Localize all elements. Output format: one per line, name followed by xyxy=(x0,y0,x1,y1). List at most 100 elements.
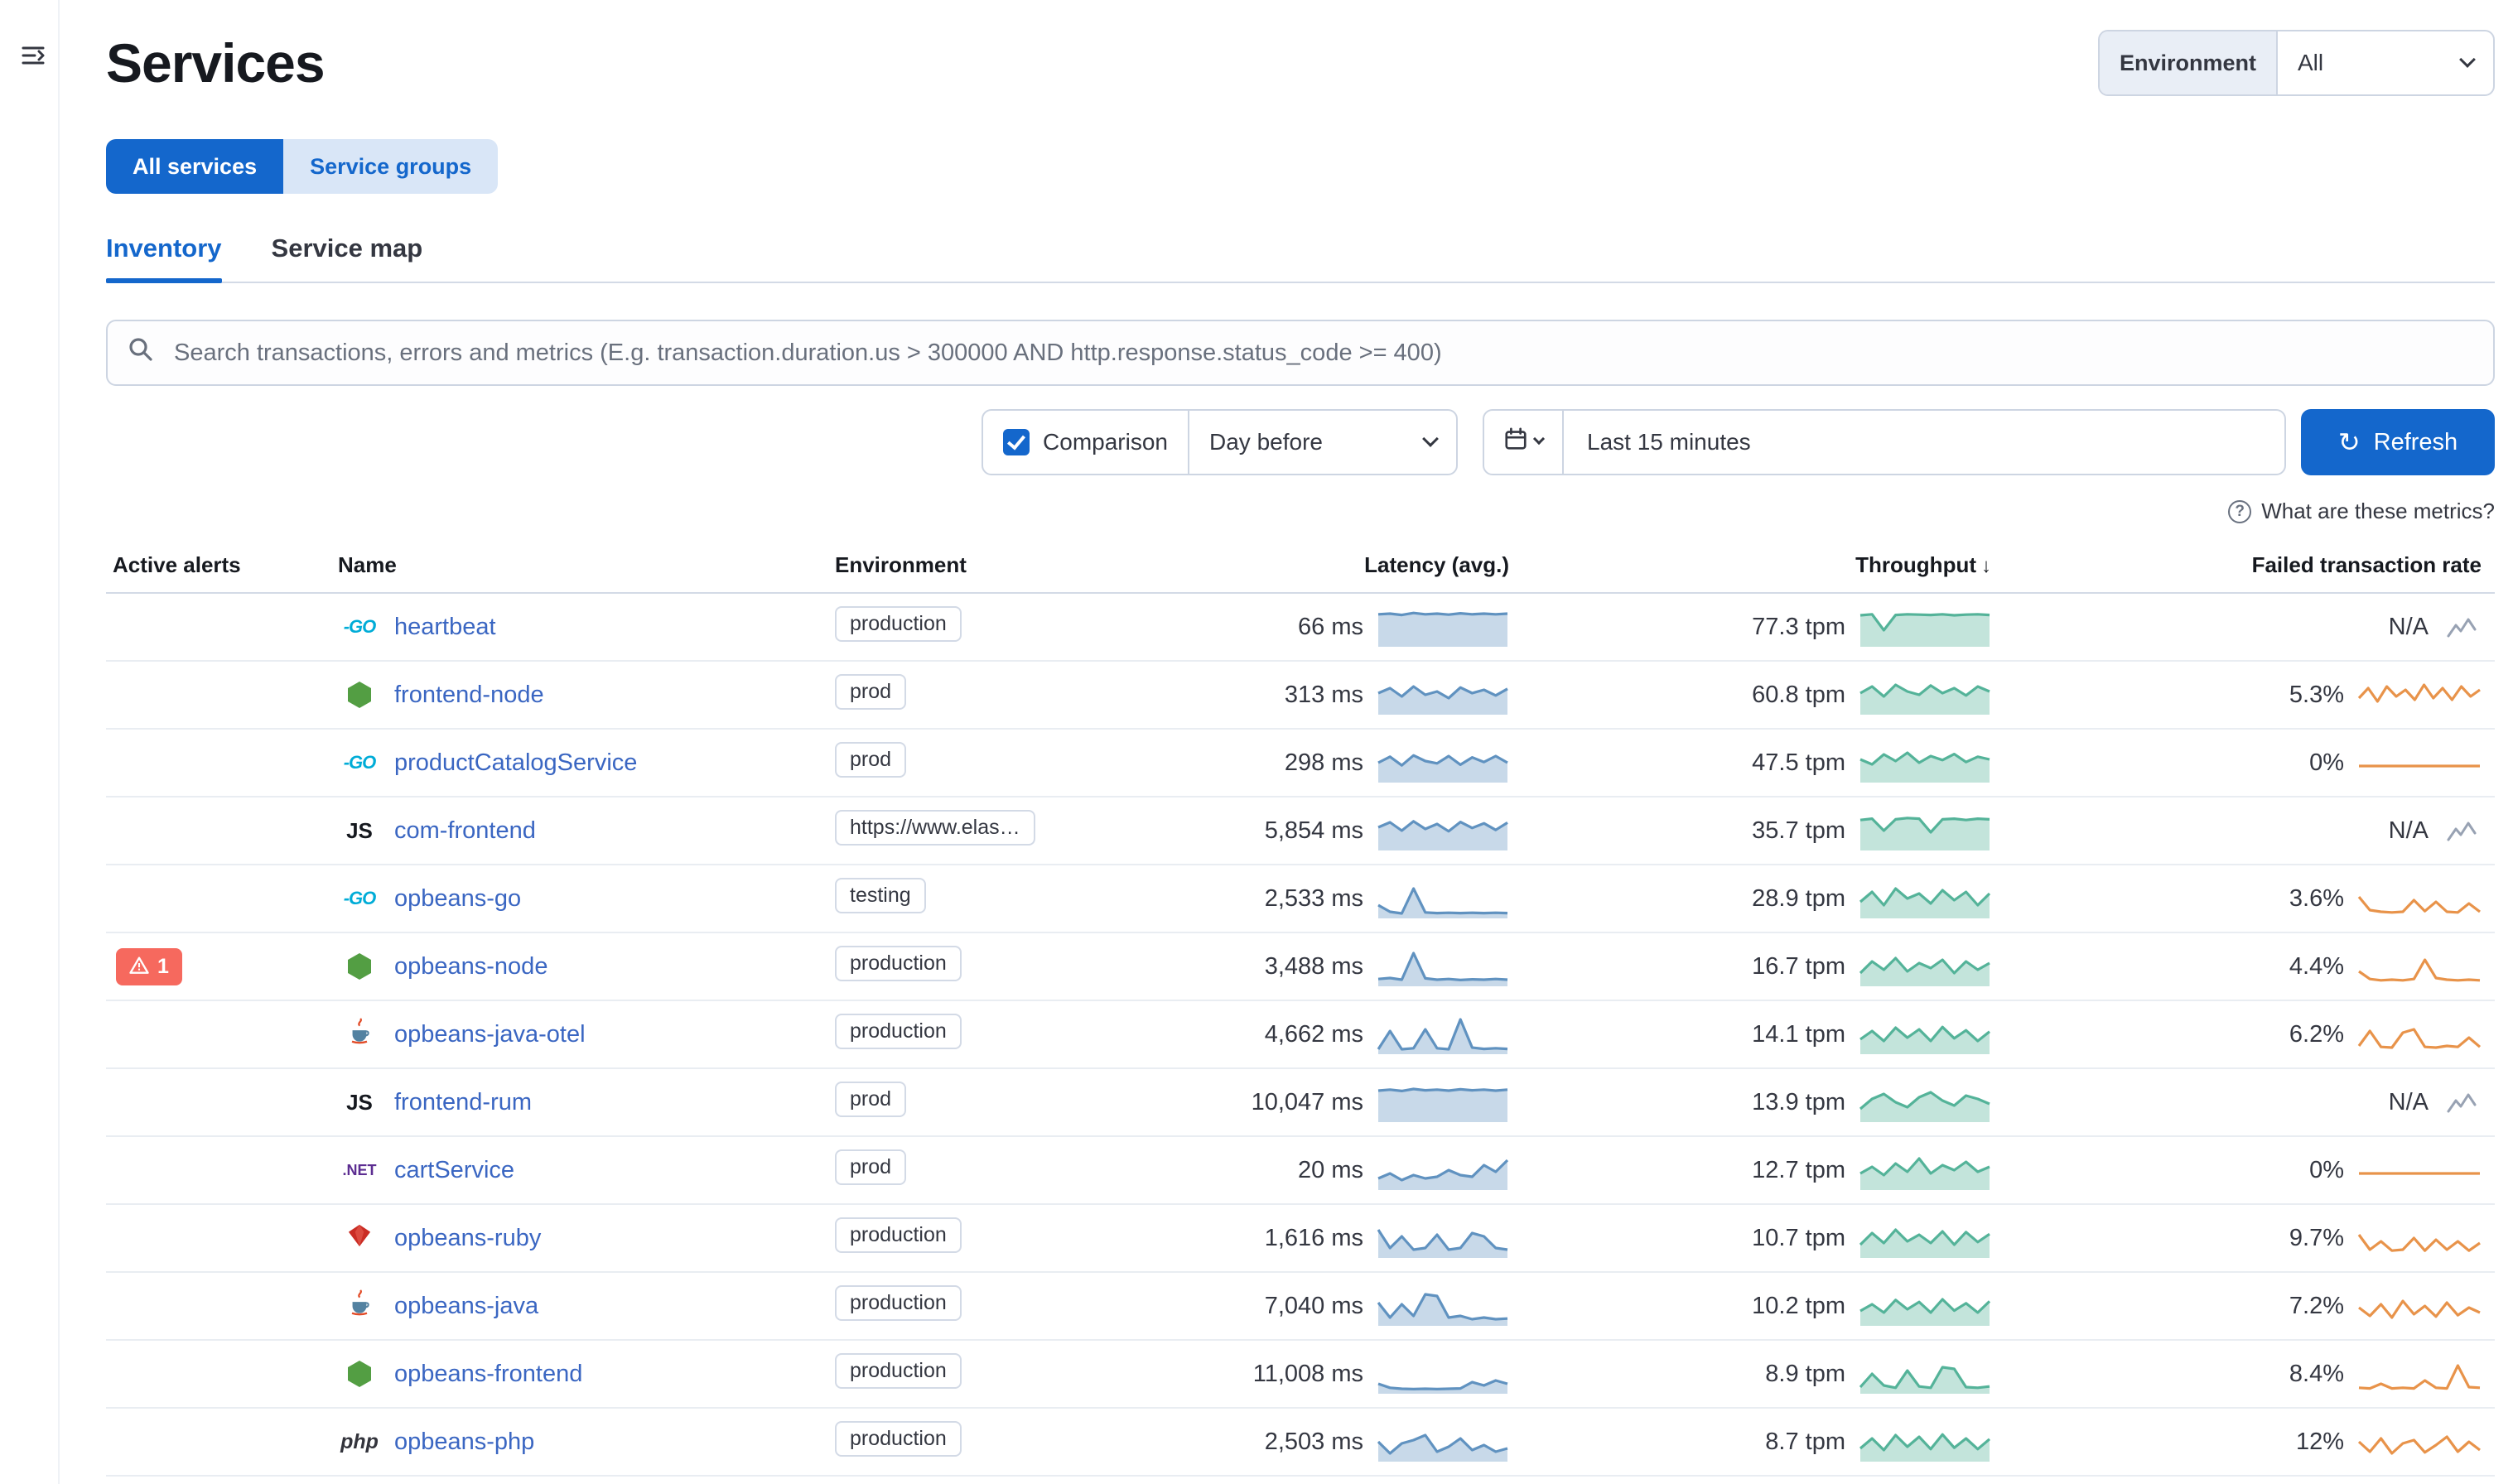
environment-cell: production xyxy=(828,1421,1239,1463)
agent-icon-wrapper: .NET xyxy=(338,1162,381,1179)
latency-cell: 313 ms xyxy=(1239,673,1516,716)
throughput-sparkline xyxy=(1859,1013,1991,1056)
latency-cell: 298 ms xyxy=(1239,741,1516,784)
what-are-these-metrics-link[interactable]: ? What are these metrics? xyxy=(106,499,2495,524)
throughput-value: 16.7 tpm xyxy=(1752,953,1845,980)
tab-service-map[interactable]: Service map xyxy=(272,234,423,282)
throughput-value: 28.9 tpm xyxy=(1752,885,1845,913)
nodejs-agent-icon xyxy=(348,1361,371,1387)
service-link[interactable]: frontend-rum xyxy=(394,1089,532,1116)
table-row: JS com-frontend https://www.elas… 5,854 … xyxy=(106,797,2495,865)
name-cell: JS frontend-rum xyxy=(331,1089,828,1116)
latency-cell: 5,854 ms xyxy=(1239,809,1516,852)
tab-inventory[interactable]: Inventory xyxy=(106,234,222,282)
failed-rate-value: N/A xyxy=(2389,1089,2429,1116)
latency-sparkline xyxy=(1377,809,1509,852)
throughput-sparkline xyxy=(1859,1217,1991,1260)
environment-cell: prod xyxy=(828,1149,1239,1192)
latency-value: 11,008 ms xyxy=(1253,1361,1363,1388)
service-link[interactable]: opbeans-node xyxy=(394,953,547,980)
throughput-cell: 28.9 tpm xyxy=(1516,877,1998,920)
dotnet-agent-icon: .NET xyxy=(342,1162,376,1179)
service-link[interactable]: productCatalogService xyxy=(394,749,637,777)
latency-sparkline xyxy=(1377,1013,1509,1056)
failed-rate-cell: 0% xyxy=(1998,1149,2495,1192)
time-range-field[interactable]: Last 15 minutes xyxy=(1564,411,2284,474)
column-header-failed-rate[interactable]: Failed transaction rate xyxy=(1998,552,2495,578)
search-input[interactable] xyxy=(171,338,2473,369)
service-link[interactable]: opbeans-java xyxy=(394,1293,538,1320)
table-row: .NET cartService prod 20 ms 12.7 tpm 0% xyxy=(106,1137,2495,1205)
throughput-value: 35.7 tpm xyxy=(1752,817,1845,845)
name-cell: -GO productCatalogService xyxy=(331,749,828,777)
nodejs-agent-icon xyxy=(348,953,371,980)
table-row: opbeans-java production 7,040 ms 10.2 tp… xyxy=(106,1273,2495,1341)
service-link[interactable]: opbeans-php xyxy=(394,1429,534,1456)
failed-rate-value: 7.2% xyxy=(2289,1293,2344,1320)
throughput-cell: 12.7 tpm xyxy=(1516,1149,1998,1192)
throughput-value: 60.8 tpm xyxy=(1752,682,1845,709)
service-link[interactable]: frontend-node xyxy=(394,682,544,709)
table-row: -GO opbeans-go testing 2,533 ms 28.9 tpm… xyxy=(106,865,2495,933)
failed-rate-sparkline xyxy=(2357,945,2482,988)
service-link[interactable]: cartService xyxy=(394,1157,514,1184)
column-header-active-alerts: Active alerts xyxy=(106,552,331,578)
column-header-throughput[interactable]: Throughput↓ xyxy=(1516,552,1998,578)
throughput-sparkline xyxy=(1859,673,1991,716)
failed-rate-cell: 5.3% xyxy=(1998,673,2495,716)
column-header-latency[interactable]: Latency (avg.) xyxy=(1239,552,1516,578)
name-cell: opbeans-java xyxy=(331,1289,828,1323)
service-link[interactable]: com-frontend xyxy=(394,817,536,845)
environment-badge: prod xyxy=(835,1082,906,1117)
name-cell: opbeans-ruby xyxy=(331,1223,828,1254)
time-picker-calendar-button[interactable] xyxy=(1484,411,1564,474)
name-cell: php opbeans-php xyxy=(331,1429,828,1456)
failed-rate-value: 5.3% xyxy=(2289,682,2344,709)
latency-value: 1,616 ms xyxy=(1265,1225,1363,1252)
active-alerts-badge[interactable]: 1 xyxy=(116,948,182,985)
service-link[interactable]: opbeans-java-otel xyxy=(394,1021,586,1048)
environment-select[interactable]: All xyxy=(2278,31,2493,94)
latency-sparkline xyxy=(1377,877,1509,920)
column-header-name[interactable]: Name xyxy=(331,552,828,578)
throughput-cell: 10.2 tpm xyxy=(1516,1284,1998,1327)
environment-badge: https://www.elas… xyxy=(835,810,1035,846)
service-groups-button[interactable]: Service groups xyxy=(283,139,498,194)
service-link[interactable]: opbeans-ruby xyxy=(394,1225,541,1252)
throughput-cell: 8.9 tpm xyxy=(1516,1352,1998,1395)
latency-sparkline xyxy=(1377,1352,1509,1395)
failed-rate-value: 0% xyxy=(2309,1157,2344,1184)
service-link[interactable]: heartbeat xyxy=(394,614,496,641)
agent-icon-wrapper: JS xyxy=(338,1090,381,1115)
tabs: Inventory Service map xyxy=(106,234,2495,283)
throughput-cell: 10.7 tpm xyxy=(1516,1217,1998,1260)
environment-badge: production xyxy=(835,1353,962,1389)
expand-menu-button[interactable] xyxy=(15,40,51,76)
failed-rate-value: 12% xyxy=(2296,1429,2344,1456)
service-link[interactable]: opbeans-frontend xyxy=(394,1361,582,1388)
all-services-button[interactable]: All services xyxy=(106,139,283,194)
comparison-select[interactable]: Day before xyxy=(1188,411,1456,474)
warning-triangle-icon xyxy=(129,952,149,982)
ruby-agent-icon xyxy=(348,1223,371,1254)
environment-cell: production xyxy=(828,1285,1239,1327)
failed-rate-cell: N/A xyxy=(1998,1089,2495,1116)
name-cell: opbeans-frontend xyxy=(331,1361,828,1388)
failed-rate-sparkline xyxy=(2357,1352,2482,1395)
latency-cell: 3,488 ms xyxy=(1239,945,1516,988)
environment-badge: testing xyxy=(835,878,926,913)
latency-sparkline xyxy=(1377,605,1509,648)
no-data-chart-icon xyxy=(2442,819,2482,842)
agent-icon-wrapper: -GO xyxy=(338,888,381,909)
no-data-chart-icon xyxy=(2442,1091,2482,1114)
column-header-environment[interactable]: Environment xyxy=(828,552,1239,578)
chevron-down-icon xyxy=(2459,51,2476,68)
throughput-cell: 60.8 tpm xyxy=(1516,673,1998,716)
calendar-icon xyxy=(1503,426,1528,458)
refresh-button[interactable]: ↻ Refresh xyxy=(2301,409,2495,475)
comparison-checkbox[interactable] xyxy=(1003,429,1030,455)
php-agent-icon: php xyxy=(340,1430,379,1454)
service-link[interactable]: opbeans-go xyxy=(394,885,521,913)
failed-rate-value: 4.4% xyxy=(2289,953,2344,980)
agent-icon-wrapper xyxy=(338,1289,381,1323)
